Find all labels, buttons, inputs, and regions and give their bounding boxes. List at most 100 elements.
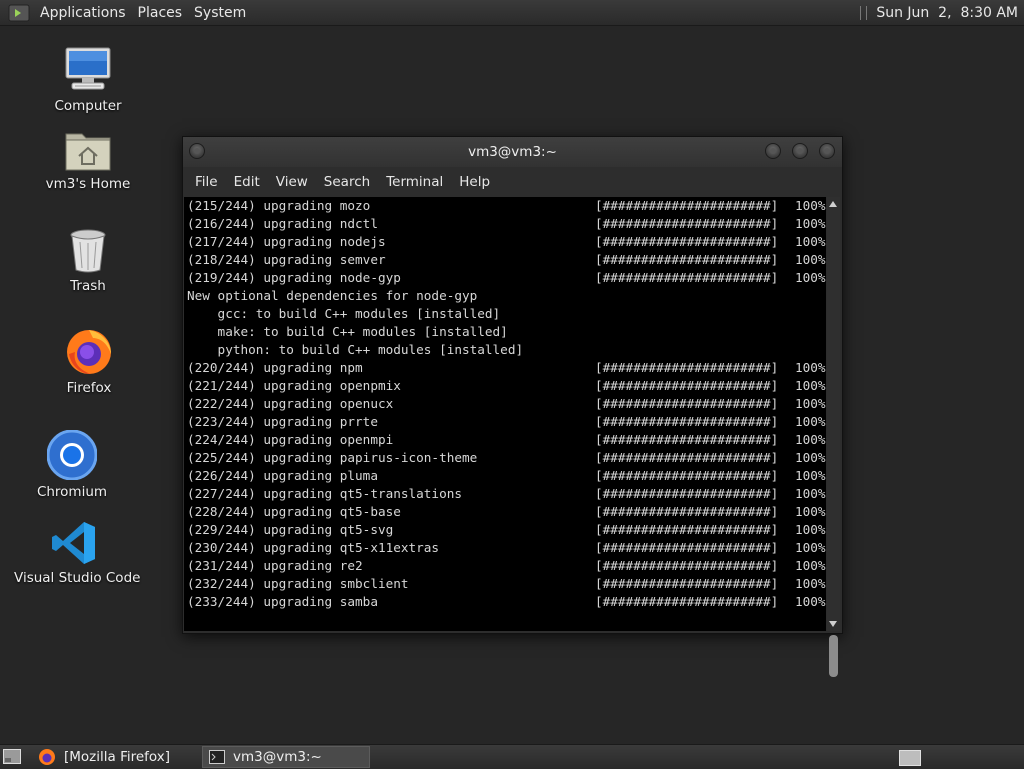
menu-edit[interactable]: Edit — [226, 174, 268, 190]
bottom-panel: [Mozilla Firefox] vm3@vm3:~ — [0, 744, 1024, 769]
terminal-line: (228/244) upgrading qt5-base [###########… — [187, 503, 826, 521]
terminal-line: (225/244) upgrading papirus-icon-theme [#… — [187, 449, 826, 467]
places-menu[interactable]: Places — [132, 5, 189, 21]
terminal-menubar: File Edit View Search Terminal Help — [183, 167, 842, 197]
terminal-line: (232/244) upgrading smbclient [##########… — [187, 575, 826, 593]
desktop-icon-label: Visual Studio Code — [14, 570, 141, 586]
taskbar-item-label: [Mozilla Firefox] — [64, 749, 171, 765]
trash-icon — [70, 229, 106, 273]
workspace-switcher[interactable] — [899, 750, 921, 766]
progress-bar-text: [######################] — [595, 360, 779, 375]
terminal-line-text: gcc: to build C++ modules [installed] — [187, 306, 501, 321]
show-desktop-icon[interactable] — [3, 749, 21, 764]
scrollbar-thumb[interactable] — [829, 635, 838, 677]
terminal-line-text: (221/244) upgrading openpmix — [187, 378, 401, 393]
system-menu[interactable]: System — [188, 5, 252, 21]
progress-bar-text: [######################] — [595, 504, 779, 519]
mate-menu-icon[interactable] — [8, 4, 30, 22]
terminal-line-text: (232/244) upgrading smbclient — [187, 576, 409, 591]
terminal-line: (219/244) upgrading node-gyp [###########… — [187, 269, 826, 287]
terminal-line-text: (233/244) upgrading samba — [187, 594, 378, 609]
window-menu-button[interactable] — [189, 143, 205, 159]
progress-percent: 100% — [795, 198, 826, 213]
terminal-line-text: (216/244) upgrading ndctl — [187, 216, 378, 231]
terminal-line: (226/244) upgrading pluma [##############… — [187, 467, 826, 485]
terminal-line: (223/244) upgrading prrte [##############… — [187, 413, 826, 431]
window-titlebar[interactable]: vm3@vm3:~ — [183, 137, 842, 167]
progress-percent: 100% — [795, 486, 826, 501]
progress-bar-text: [######################] — [595, 414, 779, 429]
menu-file[interactable]: File — [187, 174, 226, 190]
desktop-icon-trash[interactable]: Trash — [28, 228, 148, 294]
terminal-line-text: (215/244) upgrading mozo — [187, 198, 371, 213]
progress-bar-text: [######################] — [595, 468, 779, 483]
terminal-line-text: (226/244) upgrading pluma — [187, 468, 378, 483]
progress-bar-text: [######################] — [595, 270, 779, 285]
desktop-icon-label: Computer — [54, 98, 122, 114]
terminal-line: (233/244) upgrading samba [##############… — [187, 593, 826, 611]
terminal-line: (222/244) upgrading openucx [############… — [187, 395, 826, 413]
scroll-up-arrow-icon[interactable] — [829, 201, 837, 207]
progress-percent: 100% — [795, 558, 826, 573]
terminal-line: make: to build C++ modules [installed] — [187, 323, 826, 341]
terminal-line-text: (219/244) upgrading node-gyp — [187, 270, 401, 285]
progress-bar-text: [######################] — [595, 378, 779, 393]
terminal-scrollbar[interactable] — [827, 197, 840, 677]
taskbar-item-terminal[interactable]: vm3@vm3:~ — [202, 746, 370, 768]
terminal-line: (218/244) upgrading semver [#############… — [187, 251, 826, 269]
progress-percent: 100% — [795, 360, 826, 375]
terminal-line-text: (225/244) upgrading papirus-icon-theme — [187, 450, 478, 465]
desktop-icon-vscode[interactable]: Visual Studio Code — [14, 520, 141, 586]
menu-search[interactable]: Search — [316, 174, 378, 190]
clock[interactable]: Sun Jun 2, 8:30 AM — [876, 5, 1018, 21]
menu-help[interactable]: Help — [451, 174, 498, 190]
progress-percent: 100% — [795, 234, 826, 249]
progress-bar-text: [######################] — [595, 234, 779, 249]
terminal-line-text: (230/244) upgrading qt5-x11extras — [187, 540, 440, 555]
terminal-line-text: (223/244) upgrading prrte — [187, 414, 378, 429]
terminal-output[interactable]: (215/244) upgrading mozo [###############… — [184, 197, 826, 631]
progress-percent: 100% — [795, 468, 826, 483]
taskbar-item-label: vm3@vm3:~ — [233, 749, 322, 765]
terminal-line-text: New optional dependencies for node-gyp — [187, 288, 478, 303]
menu-terminal[interactable]: Terminal — [378, 174, 451, 190]
close-button[interactable] — [819, 143, 835, 159]
terminal-line: python: to build C++ modules [installed] — [187, 341, 826, 359]
terminal-line: (216/244) upgrading ndctl [##############… — [187, 215, 826, 233]
progress-percent: 100% — [795, 378, 826, 393]
progress-percent: 100% — [795, 450, 826, 465]
progress-bar-text: [######################] — [595, 198, 779, 213]
terminal-line: (229/244) upgrading qt5-svg [############… — [187, 521, 826, 539]
terminal-line-text: (222/244) upgrading openucx — [187, 396, 394, 411]
top-panel: Applications Places System Sun Jun 2, 8:… — [0, 0, 1024, 26]
chromium-icon — [47, 430, 97, 480]
progress-percent: 100% — [795, 414, 826, 429]
progress-percent: 100% — [795, 270, 826, 285]
terminal-line-text: python: to build C++ modules [installed] — [187, 342, 524, 357]
scroll-down-arrow-icon[interactable] — [829, 621, 837, 627]
minimize-button[interactable] — [765, 143, 781, 159]
computer-icon — [65, 47, 111, 90]
maximize-button[interactable] — [792, 143, 808, 159]
desktop-icon-firefox[interactable]: Firefox — [29, 326, 149, 396]
terminal-line-text: (227/244) upgrading qt5-translations — [187, 486, 462, 501]
progress-bar-text: [######################] — [595, 252, 779, 267]
terminal-icon — [209, 750, 225, 764]
applications-menu[interactable]: Applications — [34, 5, 132, 21]
vscode-icon — [52, 522, 95, 564]
terminal-line: (215/244) upgrading mozo [###############… — [187, 197, 826, 215]
taskbar-item-firefox[interactable]: [Mozilla Firefox] — [32, 746, 198, 768]
desktop-icon-computer[interactable]: Computer — [28, 46, 148, 114]
terminal-line: gcc: to build C++ modules [installed] — [187, 305, 826, 323]
home-folder-icon — [65, 133, 111, 171]
progress-percent: 100% — [795, 576, 826, 591]
desktop-icon-chromium[interactable]: Chromium — [12, 430, 132, 500]
terminal-line: (224/244) upgrading openmpi [############… — [187, 431, 826, 449]
progress-percent: 100% — [795, 522, 826, 537]
desktop-icon-home[interactable]: vm3's Home — [28, 128, 148, 192]
terminal-line: (220/244) upgrading npm [################… — [187, 359, 826, 377]
progress-bar-text: [######################] — [595, 594, 779, 609]
progress-bar-text: [######################] — [595, 576, 779, 591]
progress-percent: 100% — [795, 396, 826, 411]
menu-view[interactable]: View — [268, 174, 316, 190]
